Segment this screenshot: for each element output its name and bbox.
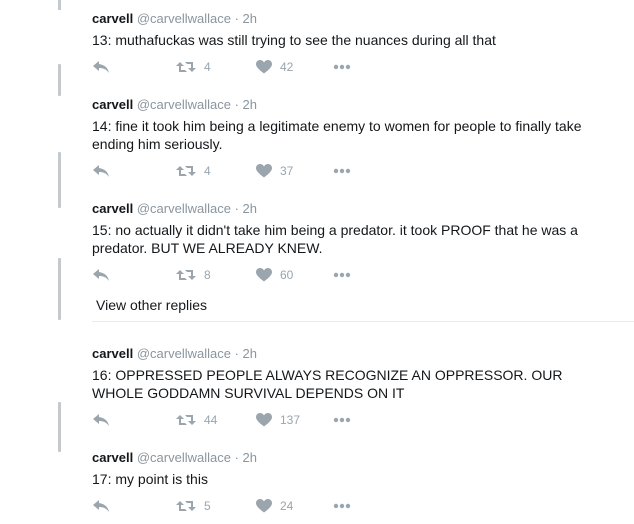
- tweet[interactable]: carvell @carvellwallace · 2h 17: my poin…: [92, 450, 634, 488]
- thread-line: [58, 0, 61, 10]
- timestamp[interactable]: · 2h: [235, 201, 257, 216]
- more-button[interactable]: [333, 410, 351, 430]
- handle[interactable]: @carvellwallace: [137, 201, 231, 216]
- handle[interactable]: @carvellwallace: [137, 346, 231, 361]
- display-name[interactable]: carvell: [92, 11, 133, 26]
- more-icon: [333, 272, 351, 278]
- retweet-count: 4: [204, 164, 211, 178]
- like-button[interactable]: 24: [256, 496, 293, 516]
- thread-line: [58, 64, 61, 96]
- reply-button[interactable]: [92, 410, 110, 430]
- retweet-button[interactable]: 44: [176, 410, 217, 430]
- reply-button[interactable]: [92, 265, 110, 285]
- tweet[interactable]: carvell @carvellwallace · 2h 15: no actu…: [92, 201, 634, 257]
- more-button[interactable]: [333, 57, 351, 77]
- retweet-button[interactable]: 4: [176, 57, 211, 77]
- retweet-icon: [176, 415, 196, 425]
- timestamp[interactable]: · 2h: [235, 346, 257, 361]
- like-button[interactable]: 137: [256, 410, 300, 430]
- display-name[interactable]: carvell: [92, 450, 133, 465]
- reply-button[interactable]: [92, 496, 110, 516]
- more-icon: [333, 168, 351, 174]
- display-name[interactable]: carvell: [92, 346, 133, 361]
- timestamp[interactable]: · 2h: [235, 97, 257, 112]
- tweet[interactable]: carvell @carvellwallace · 2h 13: muthafu…: [92, 11, 634, 49]
- tweet[interactable]: carvell @carvellwallace · 2h 14: fine it…: [92, 97, 634, 153]
- reply-icon: [93, 269, 109, 281]
- more-button[interactable]: [333, 265, 351, 285]
- retweet-count: 44: [204, 413, 218, 427]
- like-count: 42: [280, 60, 294, 74]
- handle[interactable]: @carvellwallace: [137, 97, 231, 112]
- reply-icon: [93, 61, 109, 73]
- handle[interactable]: @carvellwallace: [137, 450, 231, 465]
- heart-icon: [256, 164, 272, 178]
- tweet-header: carvell @carvellwallace · 2h: [92, 201, 634, 217]
- like-count: 137: [280, 413, 301, 427]
- retweet-icon: [176, 166, 196, 176]
- retweet-button[interactable]: 5: [176, 496, 211, 516]
- more-button[interactable]: [333, 496, 351, 516]
- like-button[interactable]: 37: [256, 161, 293, 181]
- heart-icon: [256, 268, 272, 282]
- tweet-header: carvell @carvellwallace · 2h: [92, 97, 634, 113]
- heart-icon: [256, 60, 272, 74]
- tweet[interactable]: carvell @carvellwallace · 2h 16: OPPRESS…: [92, 346, 634, 402]
- like-count: 24: [280, 499, 294, 513]
- view-other-replies-link[interactable]: View other replies: [96, 296, 207, 314]
- more-icon: [333, 503, 351, 509]
- heart-icon: [256, 499, 272, 513]
- thread-line: [58, 402, 61, 452]
- tweet-header: carvell @carvellwallace · 2h: [92, 346, 634, 362]
- tweet-header: carvell @carvellwallace · 2h: [92, 11, 634, 27]
- retweet-count: 8: [204, 268, 211, 282]
- tweet-text: 13: muthafuckas was still trying to see …: [92, 32, 496, 48]
- timestamp[interactable]: · 2h: [235, 11, 257, 26]
- tweet-text: 14: fine it took him being a legitimate …: [92, 118, 582, 152]
- handle[interactable]: @carvellwallace: [137, 11, 231, 26]
- reply-icon: [93, 165, 109, 177]
- tweet-text: 15: no actually it didn't take him being…: [92, 222, 578, 256]
- retweet-button[interactable]: 8: [176, 265, 211, 285]
- more-icon: [333, 417, 351, 423]
- display-name[interactable]: carvell: [92, 201, 133, 216]
- reply-icon: [93, 500, 109, 512]
- timestamp[interactable]: · 2h: [235, 450, 257, 465]
- thread-line: [58, 258, 61, 320]
- display-name[interactable]: carvell: [92, 97, 133, 112]
- reply-button[interactable]: [92, 57, 110, 77]
- more-icon: [333, 64, 351, 70]
- tweet-header: carvell @carvellwallace · 2h: [92, 450, 634, 466]
- retweet-count: 4: [204, 60, 211, 74]
- reply-button[interactable]: [92, 161, 110, 181]
- retweet-icon: [176, 501, 196, 511]
- like-button[interactable]: 60: [256, 265, 293, 285]
- tweet-text: 16: OPPRESSED PEOPLE ALWAYS RECOGNIZE AN…: [92, 367, 563, 401]
- retweet-icon: [176, 62, 196, 72]
- retweet-button[interactable]: 4: [176, 161, 211, 181]
- thread-line: [58, 152, 61, 208]
- like-button[interactable]: 42: [256, 57, 293, 77]
- like-count: 37: [280, 164, 294, 178]
- tweet-text: 17: my point is this: [92, 471, 208, 487]
- divider: [92, 321, 634, 322]
- retweet-count: 5: [204, 499, 211, 513]
- heart-icon: [256, 413, 272, 427]
- like-count: 60: [280, 268, 294, 282]
- retweet-icon: [176, 270, 196, 280]
- reply-icon: [93, 414, 109, 426]
- more-button[interactable]: [333, 161, 351, 181]
